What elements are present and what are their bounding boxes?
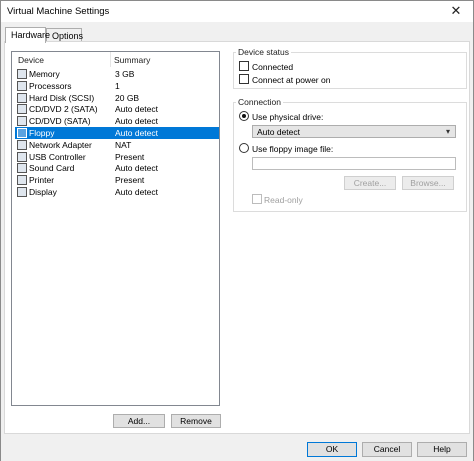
device-list[interactable]: Device Summary Memory 3 GB Processors 1 Hard… [11,51,220,406]
device-row[interactable]: Network Adapter NAT [15,139,219,151]
use-floppy-image-label: Use floppy image file: [252,144,334,154]
chevron-down-icon: ▾ [445,127,450,136]
device-summary: Auto detect [115,128,159,138]
network-adapter-icon [17,139,27,150]
device-summary: 20 GB [115,92,140,103]
tab-hardware[interactable]: Hardware [5,27,50,43]
device-name: Memory [29,69,60,79]
floppy-image-path-input[interactable] [252,157,456,170]
read-only-label: Read-only [264,195,303,205]
memory-icon [17,69,27,79]
sound-card-icon [17,163,27,174]
help-button[interactable]: Help [417,442,467,457]
display-icon [17,187,27,197]
device-name: Processors [29,80,72,91]
ok-button[interactable]: OK [307,442,357,457]
hard-disk-icon [17,92,27,103]
create-button[interactable]: Create... [344,176,396,190]
column-header-summary[interactable]: Summary [114,55,150,65]
device-row[interactable]: USB Controller Present [15,151,219,163]
device-summary: Auto detect [115,116,159,127]
device-name: USB Controller [29,151,86,162]
column-header-device[interactable]: Device [18,55,44,65]
device-row[interactable]: Hard Disk (SCSI) 20 GB [15,92,219,104]
device-name: Hard Disk (SCSI) [29,92,95,103]
printer-icon [17,175,27,186]
browse-button[interactable]: Browse... [402,176,454,190]
vm-settings-window: Virtual Machine Settings ✕ Hardware Opti… [0,0,474,461]
cancel-button[interactable]: Cancel [362,442,412,457]
connection-legend: Connection [236,97,284,107]
device-summary: 3 GB [115,69,135,79]
device-summary: Present [115,175,145,186]
device-status-legend: Device status [236,47,292,57]
use-physical-drive-radio[interactable] [239,111,249,121]
device-name: CD/DVD 2 (SATA) [29,104,98,115]
device-name: Sound Card [29,163,75,174]
physical-drive-value: Auto detect [257,127,301,137]
window-title: Virtual Machine Settings [7,6,110,17]
device-row[interactable]: Processors 1 [15,80,219,92]
tab-options[interactable]: Options [46,28,83,42]
read-only-checkbox[interactable] [252,194,262,204]
device-row[interactable]: CD/DVD (SATA) Auto detect [15,115,219,127]
close-icon[interactable]: ✕ [442,1,470,22]
floppy-icon [17,128,27,138]
usb-controller-icon [17,151,27,162]
use-physical-drive-label: Use physical drive: [252,112,324,122]
device-name: Floppy [29,128,55,138]
cd-dvd-icon [17,116,27,127]
device-summary: Auto detect [115,104,159,115]
device-row[interactable]: Floppy Auto detect [15,127,219,139]
add-device-button[interactable]: Add... [113,414,165,428]
device-list-header: Device Summary [12,52,219,67]
device-row[interactable]: Memory 3 GB [15,68,219,80]
device-name: Display [29,187,57,197]
column-divider[interactable] [110,52,111,67]
device-summary: Auto detect [115,187,159,197]
device-name: Network Adapter [29,139,92,150]
device-summary: NAT [115,139,132,150]
connected-label: Connected [252,62,294,72]
device-name: Printer [29,175,55,186]
device-row[interactable]: Printer Present [15,174,219,186]
title-bar: Virtual Machine Settings ✕ [1,1,473,22]
device-row[interactable]: Display Auto detect [15,186,219,198]
processor-icon [17,80,27,91]
device-row[interactable]: Sound Card Auto detect [15,162,219,174]
device-summary: Auto detect [115,163,159,174]
connect-at-power-on-label: Connect at power on [252,75,331,85]
device-row[interactable]: CD/DVD 2 (SATA) Auto detect [15,103,219,115]
connect-at-power-on-checkbox[interactable] [239,74,249,84]
use-floppy-image-radio[interactable] [239,143,249,153]
device-summary: 1 [115,80,120,91]
device-summary: Present [115,151,145,162]
physical-drive-select[interactable]: Auto detect ▾ [252,125,456,138]
remove-device-button[interactable]: Remove [171,414,221,428]
device-name: CD/DVD (SATA) [29,116,91,127]
cd-dvd-icon [17,104,27,115]
connected-checkbox[interactable] [239,61,249,71]
